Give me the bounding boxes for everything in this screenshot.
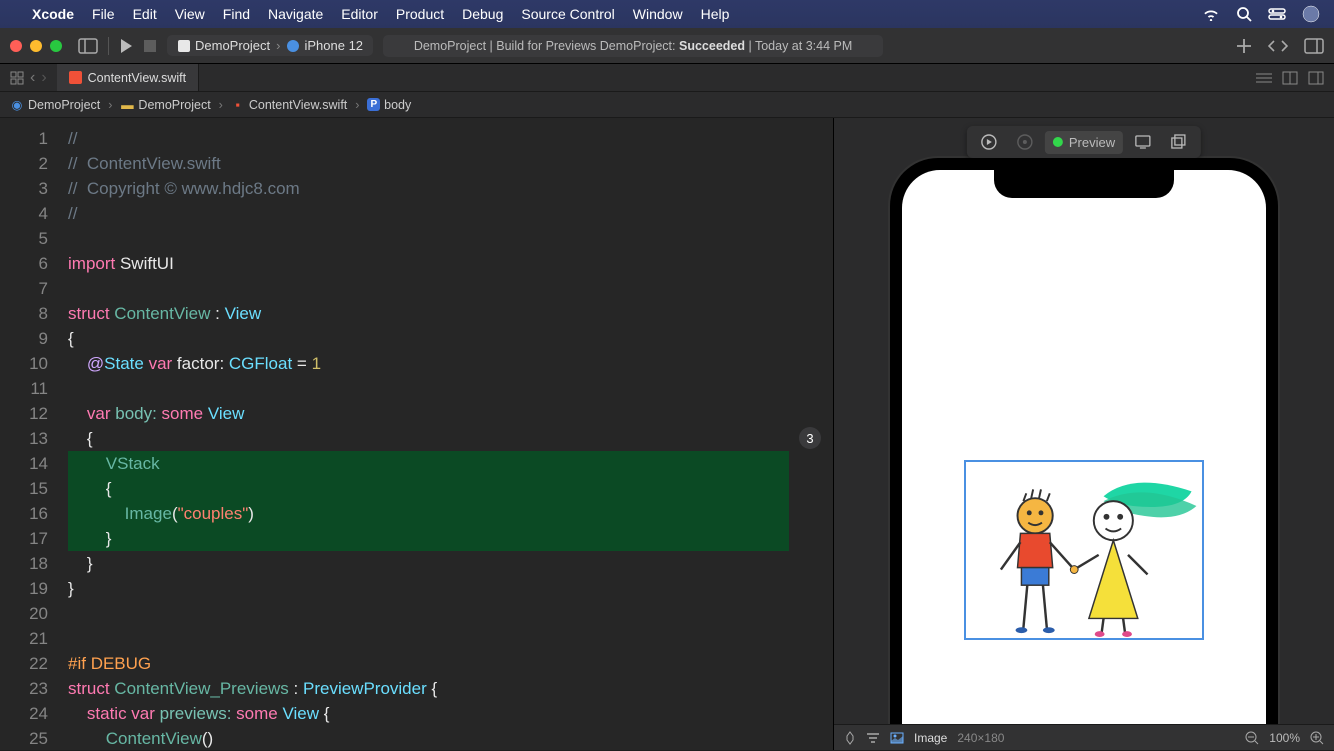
user-avatar-icon[interactable] (1302, 5, 1320, 23)
scheme-selector[interactable]: DemoProject › iPhone 12 (167, 35, 373, 56)
tab-label: ContentView.swift (88, 71, 186, 85)
jump-folder[interactable]: DemoProject (138, 98, 210, 112)
menu-file[interactable]: File (92, 6, 115, 22)
source-editor[interactable]: 1234567891011121314151617181920212223242… (0, 118, 833, 750)
preview-debug-button[interactable] (1009, 130, 1041, 154)
wifi-icon[interactable] (1202, 7, 1220, 21)
jump-file[interactable]: ContentView.swift (249, 98, 347, 112)
jump-bar[interactable]: ◉ DemoProject › ▬ DemoProject › ▪ Conten… (0, 92, 1334, 118)
nav-back-icon[interactable]: ‹ (30, 69, 35, 87)
preview-device-button[interactable] (1127, 131, 1159, 153)
minimize-window-button[interactable] (30, 40, 42, 52)
menu-debug[interactable]: Debug (462, 6, 503, 22)
line-gutter: 1234567891011121314151617181920212223242… (0, 126, 62, 751)
filter-icon[interactable] (866, 732, 880, 744)
tab-contentview[interactable]: ContentView.swift (57, 64, 199, 91)
scheme-device-label: iPhone 12 (304, 38, 363, 53)
jump-symbol[interactable]: body (384, 98, 411, 112)
image-element-icon (890, 732, 904, 744)
live-indicator-icon (1053, 137, 1063, 147)
device-frame (890, 158, 1278, 724)
main-split: 1234567891011121314151617181920212223242… (0, 118, 1334, 750)
window-traffic-lights (10, 40, 62, 52)
status-suffix: | Today at 3:44 PM (745, 39, 852, 53)
canvas-preview-panel: Preview (833, 118, 1334, 750)
code-review-icon[interactable] (1268, 39, 1288, 53)
swift-file-icon: ▪ (231, 98, 245, 112)
menu-find[interactable]: Find (223, 6, 250, 22)
preview-live-button[interactable]: Preview (1045, 131, 1123, 154)
chevron-right-icon: › (355, 98, 359, 112)
window-toolbar: DemoProject › iPhone 12 DemoProject | Bu… (0, 28, 1334, 64)
nav-forward-icon[interactable]: › (41, 69, 46, 87)
preview-canvas[interactable] (834, 118, 1334, 724)
run-button[interactable] (119, 38, 133, 54)
property-icon: P (367, 98, 380, 111)
zoom-out-button[interactable] (1245, 731, 1259, 745)
chevron-right-icon: › (276, 38, 280, 53)
add-editor-icon[interactable] (1308, 71, 1324, 85)
app-name[interactable]: Xcode (32, 6, 74, 22)
change-badge[interactable]: 3 (799, 427, 821, 449)
menu-source-control[interactable]: Source Control (521, 6, 614, 22)
inspectors-toggle-icon[interactable] (1304, 38, 1324, 54)
scheme-project-label: DemoProject (195, 38, 270, 53)
footer-dimensions: 240×180 (957, 731, 1004, 745)
preview-footer: Image 240×180 100% (834, 724, 1334, 750)
preview-play-button[interactable] (973, 130, 1005, 154)
menu-navigate[interactable]: Navigate (268, 6, 323, 22)
status-result: Succeeded (679, 39, 745, 53)
selected-view-image[interactable] (964, 460, 1204, 640)
editor-tab-bar: ‹ › ContentView.swift (0, 64, 1334, 92)
preview-toolbar: Preview (967, 126, 1201, 158)
navigator-toggle-icon[interactable] (78, 38, 98, 54)
activity-status[interactable]: DemoProject | Build for Previews DemoPro… (383, 35, 883, 57)
code-content[interactable]: //// ContentView.swift// Copyright © www… (68, 126, 823, 751)
macos-menubar: Xcode File Edit View Find Navigate Edito… (0, 0, 1334, 28)
menu-product[interactable]: Product (396, 6, 444, 22)
menu-help[interactable]: Help (701, 6, 730, 22)
couples-image-content (966, 462, 1202, 638)
zoom-in-button[interactable] (1310, 731, 1324, 745)
related-items-icon[interactable] (10, 71, 24, 85)
footer-element-label: Image (914, 731, 947, 745)
status-prefix: DemoProject | Build for Previews DemoPro… (414, 39, 679, 53)
stop-button[interactable] (143, 39, 157, 53)
control-center-icon[interactable] (1268, 8, 1286, 20)
menu-edit[interactable]: Edit (133, 6, 157, 22)
zoom-level[interactable]: 100% (1269, 731, 1300, 745)
close-window-button[interactable] (10, 40, 22, 52)
folder-icon: ▬ (120, 98, 134, 112)
chevron-right-icon: › (108, 98, 112, 112)
menu-editor[interactable]: Editor (341, 6, 378, 22)
preview-live-label: Preview (1069, 135, 1115, 150)
jump-project[interactable]: DemoProject (28, 98, 100, 112)
menu-view[interactable]: View (175, 6, 205, 22)
pin-icon[interactable] (844, 731, 856, 745)
adjust-editor-icon[interactable] (1282, 71, 1298, 85)
zoom-window-button[interactable] (50, 40, 62, 52)
device-notch (994, 170, 1174, 198)
chevron-right-icon: › (219, 98, 223, 112)
editor-options-icon[interactable] (1256, 72, 1272, 84)
project-icon: ◉ (10, 97, 24, 112)
spotlight-icon[interactable] (1236, 6, 1252, 22)
menu-window[interactable]: Window (633, 6, 683, 22)
add-button[interactable] (1236, 38, 1252, 54)
preview-duplicate-button[interactable] (1163, 130, 1195, 154)
swift-file-icon (69, 71, 82, 84)
